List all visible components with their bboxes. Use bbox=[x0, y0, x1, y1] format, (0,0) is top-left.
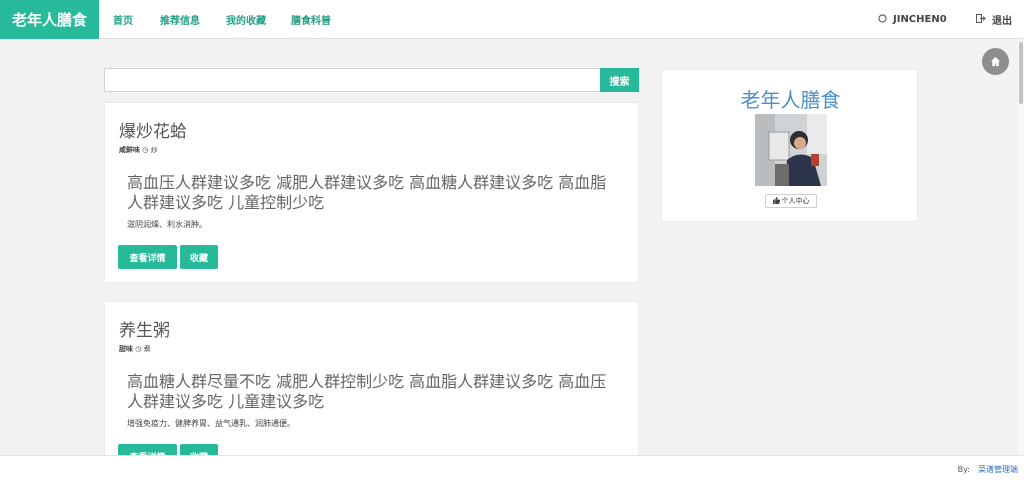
footer: By: 菜谱管理端 bbox=[0, 455, 1024, 480]
profile-center-label: 个人中心 bbox=[781, 197, 810, 205]
recipe-method: 煮 bbox=[143, 345, 151, 353]
logout-label: 退出 bbox=[992, 16, 1012, 27]
recipe-card: 养生粥 甜味 ◷ 煮 高血糖人群尽量不吃 减肥人群控制少吃 高血脂人群建议多吃 … bbox=[104, 301, 639, 471]
recipe-taste: 咸鲜味 bbox=[119, 146, 140, 154]
recipe-card: 爆炒花蛤 咸鲜味 ◷ 炒 高血压人群建议多吃 减肥人群建议多吃 高血糖人群建议多… bbox=[104, 102, 639, 283]
recipe-meta: 甜味 ◷ 煮 bbox=[119, 344, 151, 354]
recipe-title[interactable]: 养生粥 bbox=[119, 316, 170, 341]
nav-home[interactable]: 首页 bbox=[113, 0, 133, 39]
clock-icon: ◷ bbox=[142, 146, 149, 154]
profile-center-button[interactable]: 个人中心 bbox=[765, 194, 817, 208]
recipe-meta: 咸鲜味 ◷ 炒 bbox=[119, 145, 158, 155]
recipe-method: 炒 bbox=[150, 146, 158, 154]
recipe-effect: 增强免疫力、健脾养胃、益气通乳、润肺通便。 bbox=[127, 419, 295, 428]
user-menu[interactable]: JINCHEN0 bbox=[878, 0, 947, 39]
favorite-button[interactable]: 收藏 bbox=[180, 245, 218, 269]
footer-credit: By: 菜谱管理端 bbox=[958, 464, 1018, 475]
avatar bbox=[755, 114, 827, 186]
search-button[interactable]: 搜索 bbox=[600, 68, 639, 92]
search-input[interactable] bbox=[104, 68, 601, 92]
nav-recommend[interactable]: 推荐信息 bbox=[160, 0, 200, 39]
top-navbar: 老年人膳食 首页 推荐信息 我的收藏 膳食科普 JINCHEN0 退出 bbox=[0, 0, 1024, 39]
scrollbar-thumb[interactable] bbox=[1019, 42, 1023, 104]
thumbs-up-icon bbox=[772, 196, 780, 206]
home-icon[interactable] bbox=[982, 48, 1009, 75]
recipe-taste: 甜味 bbox=[119, 345, 133, 353]
footer-by: By: bbox=[957, 465, 970, 474]
nav-science[interactable]: 膳食科普 bbox=[291, 0, 331, 39]
admin-link[interactable]: 菜谱管理端 bbox=[978, 465, 1018, 474]
nav-favorites[interactable]: 我的收藏 bbox=[226, 0, 266, 39]
profile-card: 老年人膳食 个人中心 bbox=[661, 69, 918, 222]
username-label: JINCHEN0 bbox=[893, 14, 947, 25]
sign-out-icon bbox=[976, 13, 986, 26]
view-details-button[interactable]: 查看详情 bbox=[118, 245, 177, 269]
brand-logo[interactable]: 老年人膳食 bbox=[0, 0, 99, 39]
logout-link[interactable]: 退出 bbox=[976, 0, 1012, 39]
user-icon bbox=[878, 13, 887, 26]
recipe-effect: 滋阴润燥、利水消肿。 bbox=[127, 220, 207, 229]
recipe-crowd-advice: 高血糖人群尽量不吃 减肥人群控制少吃 高血脂人群建议多吃 高血压人群建议多吃 儿… bbox=[127, 372, 607, 411]
clock-icon: ◷ bbox=[135, 345, 142, 353]
sidebar-title: 老年人膳食 bbox=[740, 88, 841, 112]
recipe-crowd-advice: 高血压人群建议多吃 减肥人群建议多吃 高血糖人群建议多吃 高血脂人群建议多吃 儿… bbox=[127, 173, 607, 212]
recipe-title[interactable]: 爆炒花蛤 bbox=[119, 117, 187, 142]
